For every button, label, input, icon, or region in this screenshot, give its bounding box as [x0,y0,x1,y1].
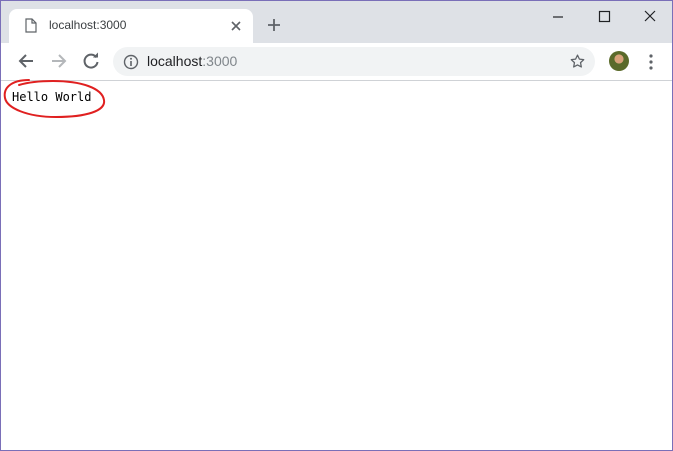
close-icon[interactable] [229,19,243,33]
forward-arrow-icon[interactable] [49,51,69,71]
address-bar[interactable]: localhost:3000 [113,47,595,76]
url-port: :3000 [202,53,238,69]
info-icon[interactable] [123,54,139,70]
maximize-icon[interactable] [592,7,616,27]
minimize-icon[interactable] [546,7,570,27]
browser-window: localhost:3000 localhost:3000 Hello Worl… [0,0,673,451]
reload-icon[interactable] [81,51,101,71]
close-window-icon[interactable] [638,7,662,27]
page-icon [25,18,37,33]
tab-title: localhost:3000 [49,18,127,32]
url-text[interactable]: localhost:3000 [147,53,237,69]
title-bar: localhost:3000 [1,1,672,43]
kebab-menu-icon[interactable] [643,53,659,71]
page-content: Hello World [1,81,672,450]
star-icon[interactable] [569,53,586,70]
url-host: localhost [147,53,203,69]
annotation-circle [3,79,106,119]
back-arrow-icon[interactable] [16,51,36,71]
tab-localhost[interactable]: localhost:3000 [9,9,253,43]
avatar[interactable] [609,51,629,71]
plus-icon[interactable] [265,16,283,34]
